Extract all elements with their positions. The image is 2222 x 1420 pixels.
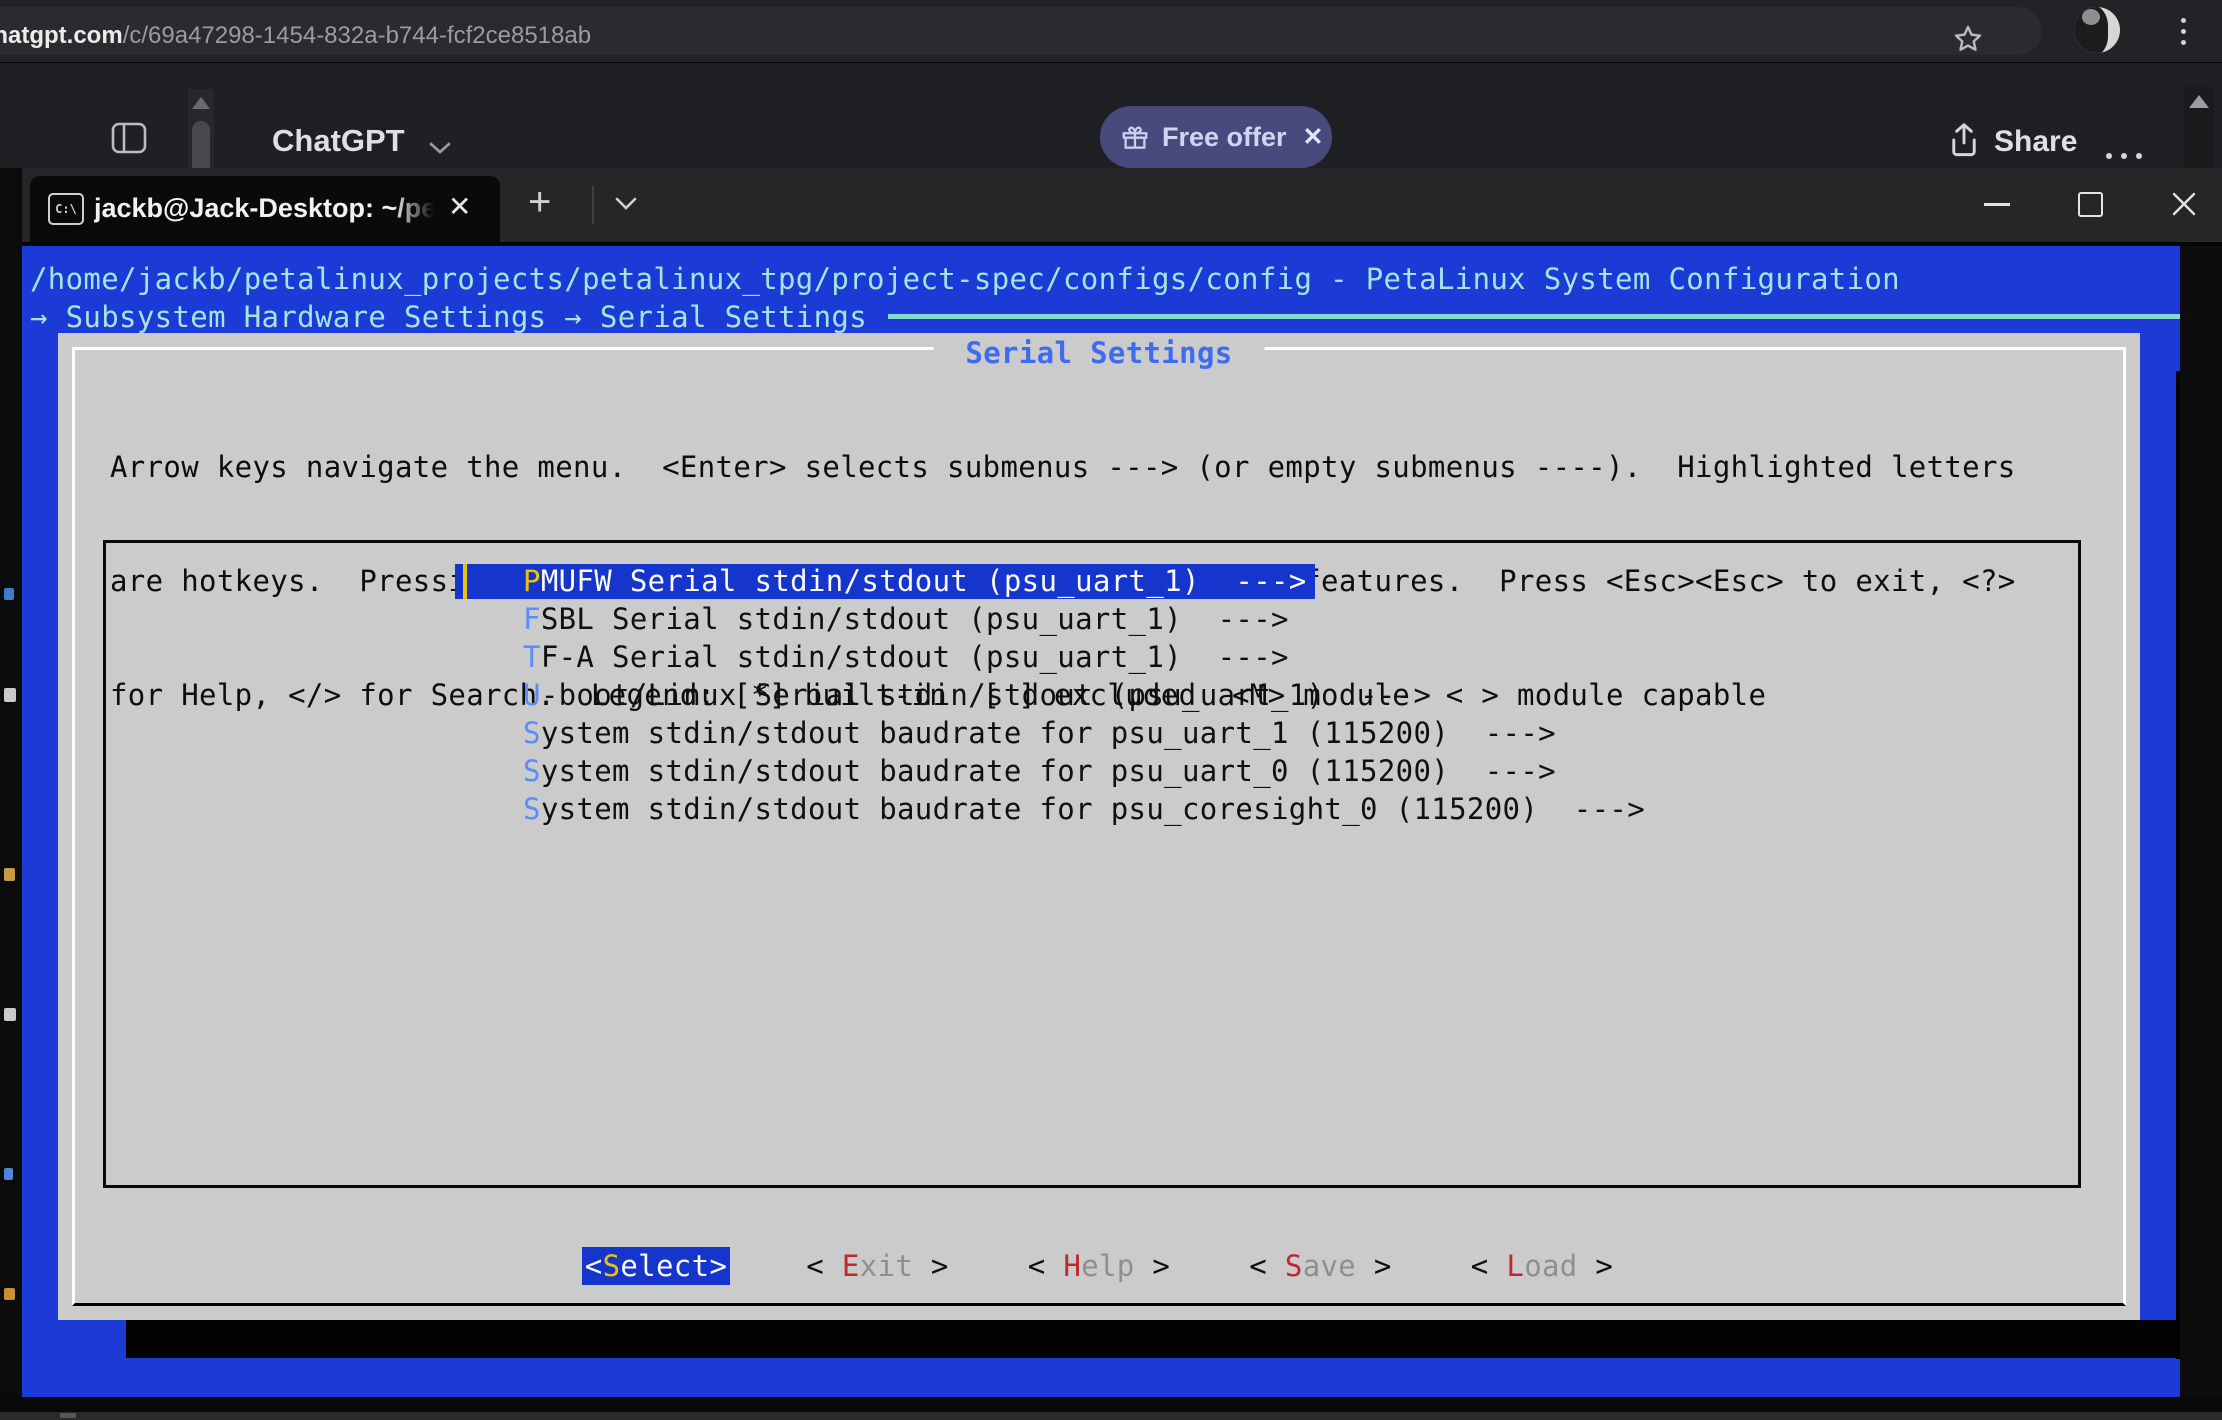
tab-close-icon[interactable]: ✕ — [448, 190, 471, 223]
menu-item-label: PMUFW Serial stdin/stdout (psu_uart_1) -… — [523, 562, 1307, 600]
page-scrollbar[interactable] — [2184, 87, 2214, 169]
tab-divider — [592, 186, 594, 224]
sidebar-toggle-icon[interactable] — [110, 121, 148, 155]
button-hotkey: L — [1506, 1249, 1524, 1283]
menu-item[interactable]: System stdin/stdout baudrate for psu_cor… — [58, 790, 2140, 828]
free-offer-pill[interactable]: Free offer ✕ — [1100, 106, 1332, 168]
scroll-up-icon[interactable] — [192, 97, 210, 109]
breadcrumb-rule — [888, 314, 2182, 319]
menu-item-text: ystem stdin/stdout baudrate for psu_uart… — [541, 716, 1556, 750]
terminal-tab[interactable]: C:\ jackb@Jack-Desktop: ~/petali ✕ — [30, 176, 500, 242]
button-hotkey: S — [603, 1249, 621, 1283]
breadcrumb: → Subsystem Hardware Settings → Serial S… — [30, 298, 867, 336]
share-button[interactable]: Share — [1994, 125, 2077, 159]
url-path: /c/69a47298-1454-832a-b744-fcf2ce8518ab — [123, 22, 591, 49]
menu-item-label: System stdin/stdout baudrate for psu_cor… — [523, 790, 1645, 828]
button-hotkey: E — [842, 1249, 860, 1283]
screen: chatgpt.com/c/69a47298-1454-832a-b744-fc… — [0, 0, 2222, 1420]
chevron-down-icon — [428, 141, 452, 155]
select-button[interactable]: <Select> — [582, 1247, 731, 1285]
tab-dropdown-chevron-icon[interactable] — [614, 196, 638, 211]
menu-item[interactable]: System stdin/stdout baudrate for psu_uar… — [58, 752, 2140, 790]
menu-item-text: ystem stdin/stdout baudrate for psu_uart… — [541, 754, 1556, 788]
command-prompt-icon: C:\ — [48, 193, 84, 225]
page-menu-ellipsis-icon[interactable] — [2106, 153, 2142, 159]
gift-icon — [1120, 122, 1150, 152]
maximize-button[interactable] — [2078, 192, 2103, 217]
bottom-edge-bar — [0, 1412, 2222, 1420]
terminal-titlebar[interactable]: C:\ jackb@Jack-Desktop: ~/petali ✕ + — [22, 168, 2222, 242]
menu-item[interactable]: PMUFW Serial stdin/stdout (psu_uart_1) -… — [58, 562, 2140, 600]
free-offer-label: Free offer — [1162, 122, 1287, 153]
scroll-up-icon[interactable] — [2189, 95, 2209, 108]
menu-item-hotkey: S — [523, 792, 541, 826]
menu-item-text: SBL Serial stdin/stdout (psu_uart_1) ---… — [541, 602, 1289, 636]
instructions-line: Arrow keys navigate the menu. <Enter> se… — [110, 448, 2016, 486]
menu-item[interactable]: System stdin/stdout baudrate for psu_uar… — [58, 714, 2140, 752]
profile-avatar[interactable] — [2074, 7, 2120, 53]
button-hotkey: H — [1063, 1249, 1081, 1283]
app-title: ChatGPT — [272, 123, 405, 158]
page-behind-left-strip — [0, 168, 22, 1397]
close-button[interactable] — [2170, 190, 2198, 218]
menu-item-hotkey: P — [523, 564, 541, 598]
menu-item-label: System stdin/stdout baudrate for psu_uar… — [523, 714, 1556, 752]
chatgpt-page-header: ChatGPT Free offer ✕ Share — [0, 62, 2222, 169]
terminal-content: /home/jackb/petalinux_projects/petalinux… — [22, 246, 2180, 1397]
exit-button[interactable]: < Exit > — [803, 1247, 952, 1285]
selection-cursor — [463, 564, 467, 599]
help-button[interactable]: < Help > — [1025, 1247, 1174, 1285]
menu-item[interactable]: TF-A Serial stdin/stdout (psu_uart_1) --… — [58, 638, 2140, 676]
terminal-tab-title: jackb@Jack-Desktop: ~/petali — [94, 193, 434, 224]
menu-item[interactable]: FSBL Serial stdin/stdout (psu_uart_1) --… — [58, 600, 2140, 638]
dialog-shadow-bottom — [126, 1320, 2208, 1358]
bottom-edge-mark — [60, 1413, 76, 1418]
share-icon[interactable] — [1946, 121, 1982, 159]
menu-item-hotkey: S — [523, 754, 541, 788]
url-text[interactable]: chatgpt.com/c/69a47298-1454-832a-b744-fc… — [0, 22, 591, 50]
terminal-scrollbar[interactable] — [2180, 246, 2222, 1397]
dialog-button-row: <Select> < Exit > < Help > < Save > < Load > — [58, 1247, 2140, 1285]
free-offer-close-icon[interactable]: ✕ — [1303, 122, 1324, 152]
button-hotkey: S — [1285, 1249, 1303, 1283]
url-domain: chatgpt.com — [0, 22, 123, 49]
menu-list: PMUFW Serial stdin/stdout (psu_uart_1) -… — [58, 562, 2140, 828]
menu-item-label: U-boot/Linux Serial stdin/stdout (psu_ua… — [523, 676, 1431, 714]
config-path-header: /home/jackb/petalinux_projects/petalinux… — [30, 260, 1900, 298]
dialog-title: Serial Settings — [934, 334, 1265, 372]
page-behind-bottom-strip — [0, 1397, 2222, 1412]
menu-item-text: MUFW Serial stdin/stdout (psu_uart_1) --… — [541, 564, 1307, 598]
menu-item-text: F-A Serial stdin/stdout (psu_uart_1) ---… — [541, 640, 1289, 674]
browser-address-bar: chatgpt.com/c/69a47298-1454-832a-b744-fc… — [0, 0, 2222, 62]
save-button[interactable]: < Save > — [1246, 1247, 1395, 1285]
menu-item-label: System stdin/stdout baudrate for psu_uar… — [523, 752, 1556, 790]
new-tab-button[interactable]: + — [528, 180, 551, 225]
load-button[interactable]: < Load > — [1468, 1247, 1617, 1285]
bookmark-star-icon[interactable] — [1952, 23, 1984, 55]
menu-item-hotkey: U — [523, 678, 541, 712]
menu-item-hotkey: S — [523, 716, 541, 750]
serial-settings-dialog: Serial Settings Arrow keys navigate the … — [58, 333, 2140, 1320]
menu-item-text: -boot/Linux Serial stdin/stdout (psu_uar… — [541, 678, 1431, 712]
minimize-button[interactable] — [1984, 203, 2010, 206]
menu-item[interactable]: U-boot/Linux Serial stdin/stdout (psu_ua… — [58, 676, 2140, 714]
terminal-window: C:\ jackb@Jack-Desktop: ~/petali ✕ + /ho… — [22, 168, 2222, 1397]
menu-item-label: FSBL Serial stdin/stdout (psu_uart_1) --… — [523, 600, 1289, 638]
model-switcher[interactable]: ChatGPT — [272, 123, 405, 159]
menu-item-hotkey: F — [523, 602, 541, 636]
menu-item-text: ystem stdin/stdout baudrate for psu_core… — [541, 792, 1645, 826]
omnibox[interactable]: chatgpt.com/c/69a47298-1454-832a-b744-fc… — [0, 7, 2042, 55]
menu-item-hotkey: T — [523, 640, 541, 674]
browser-menu-kebab-icon[interactable] — [2166, 14, 2200, 48]
menu-item-label: TF-A Serial stdin/stdout (psu_uart_1) --… — [523, 638, 1289, 676]
